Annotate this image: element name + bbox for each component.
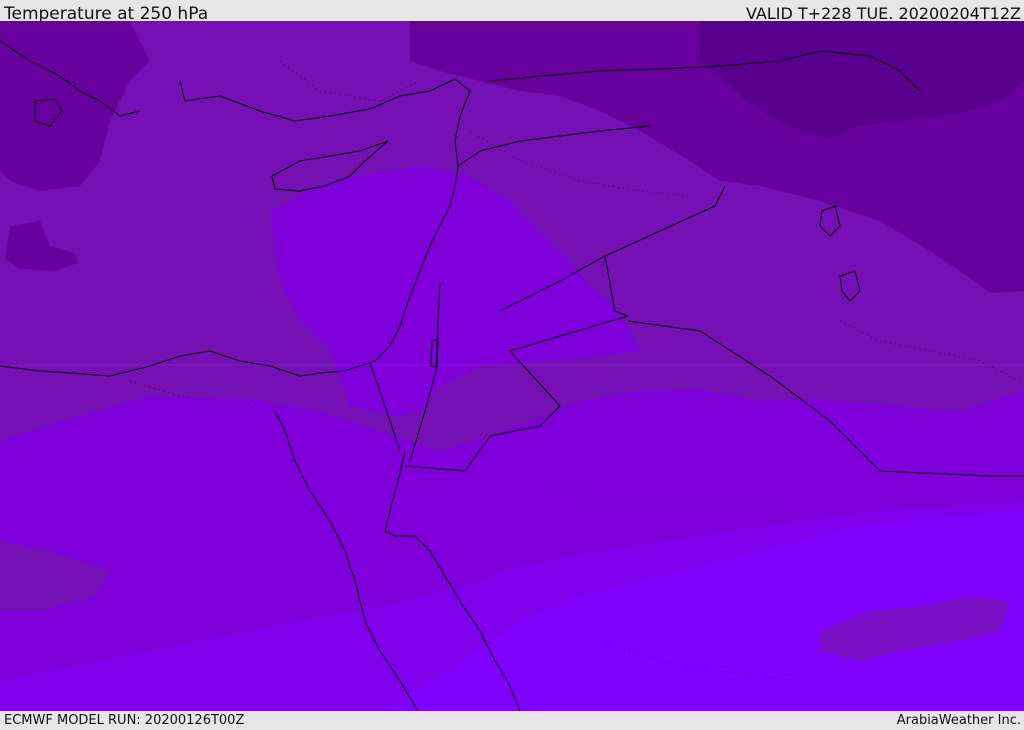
footer-bar: ECMWF MODEL RUN: 20200126T00Z ArabiaWeat… <box>0 711 1024 729</box>
brand-label: ArabiaWeather Inc. <box>896 713 1021 728</box>
model-run-label: ECMWF MODEL RUN: 20200126T00Z <box>4 713 245 728</box>
header-bar: Temperature at 250 hPa VALID T+228 TUE. … <box>0 0 1024 24</box>
map-canvas <box>0 21 1024 711</box>
weather-map[interactable] <box>0 21 1024 711</box>
